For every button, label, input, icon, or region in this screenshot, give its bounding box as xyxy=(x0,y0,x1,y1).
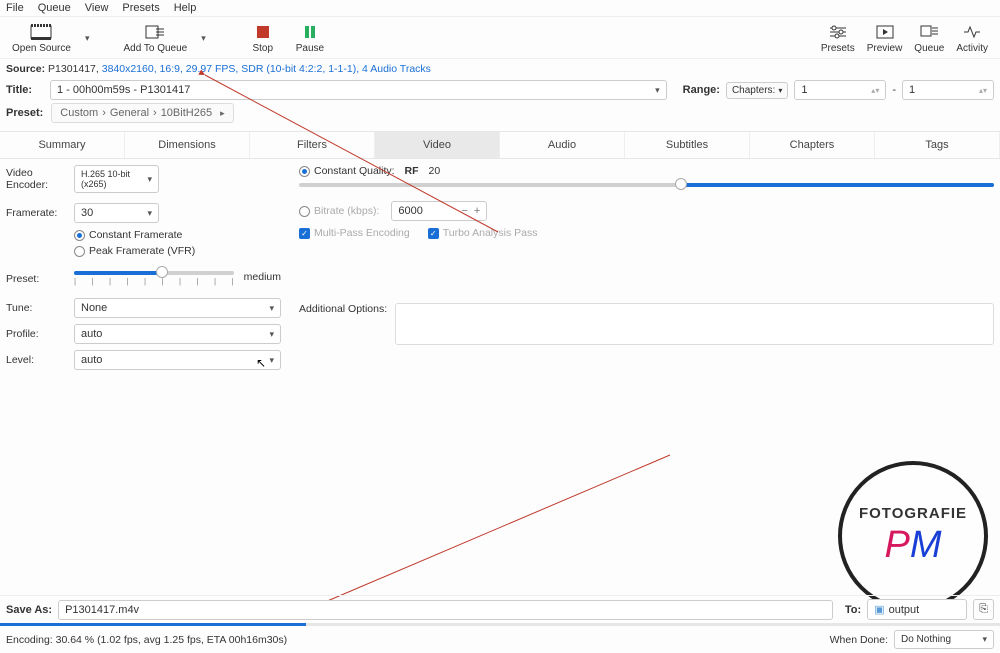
level-select[interactable]: auto▾ xyxy=(74,350,281,370)
open-source-button[interactable]: Open Source xyxy=(6,21,77,56)
peak-framerate-radio[interactable]: Peak Framerate (VFR) xyxy=(74,245,281,257)
menu-bar: File Queue View Presets Help xyxy=(0,0,1000,17)
save-as-label: Save As: xyxy=(6,604,52,616)
watermark-logo: FOTOGRAFIE PM xyxy=(838,461,988,611)
preset-slider[interactable] xyxy=(74,271,234,275)
sliders-icon xyxy=(827,23,849,41)
queue-icon xyxy=(918,23,940,41)
constant-quality-radio[interactable]: Constant Quality: xyxy=(299,165,395,177)
multipass-check[interactable]: ✓Multi-Pass Encoding xyxy=(299,227,410,239)
range-dash: - xyxy=(892,84,896,96)
rf-value: 20 xyxy=(429,165,441,177)
profile-label: Profile: xyxy=(6,328,68,340)
stop-icon xyxy=(252,23,274,41)
title-select[interactable]: 1 - 00h00m59s - P1301417▾ xyxy=(50,80,667,100)
add-to-queue-button[interactable]: Add To Queue xyxy=(117,21,193,56)
tab-chapters[interactable]: Chapters xyxy=(750,132,875,158)
tune-label: Tune: xyxy=(6,302,68,314)
when-done-select[interactable]: Do Nothing▾ xyxy=(894,630,994,649)
save-as-input[interactable]: P1301417.m4v xyxy=(58,600,833,620)
tabs: Summary Dimensions Filters Video Audio S… xyxy=(0,131,1000,159)
activity-icon xyxy=(961,23,983,41)
folder-icon: ▣ xyxy=(874,603,884,616)
menu-presets[interactable]: Presets xyxy=(122,2,159,14)
stop-button[interactable]: Stop xyxy=(246,21,280,56)
tab-subtitles[interactable]: Subtitles xyxy=(625,132,750,158)
preview-icon xyxy=(874,23,896,41)
tab-summary[interactable]: Summary xyxy=(0,132,125,158)
preset-value: medium xyxy=(244,271,281,283)
level-label: Level: xyxy=(6,354,68,366)
tab-video[interactable]: Video xyxy=(375,132,500,158)
tune-select[interactable]: None▾ xyxy=(74,298,281,318)
range-to[interactable]: 1▴▾ xyxy=(902,80,994,100)
range-label: Range: xyxy=(683,84,720,96)
menu-queue[interactable]: Queue xyxy=(38,2,71,14)
menu-file[interactable]: File xyxy=(6,2,24,14)
status-text: Encoding: 30.64 % (1.02 fps, avg 1.25 fp… xyxy=(6,634,287,646)
encoder-label: Video Encoder: xyxy=(6,167,68,191)
add-to-queue-dropdown[interactable]: ▾ xyxy=(197,33,210,44)
tab-tags[interactable]: Tags xyxy=(875,132,1000,158)
quality-slider[interactable] xyxy=(299,183,994,187)
pause-icon xyxy=(299,23,321,41)
browse-button[interactable]: ⎘ xyxy=(973,599,994,620)
constant-framerate-radio[interactable]: Constant Framerate xyxy=(74,229,281,241)
film-icon xyxy=(30,23,52,41)
open-folder-icon: ⎘ xyxy=(979,603,988,615)
cursor-icon: ↖ xyxy=(256,356,266,370)
queue-button[interactable]: Queue xyxy=(908,21,950,56)
tab-audio[interactable]: Audio xyxy=(500,132,625,158)
title-label: Title: xyxy=(6,84,32,96)
preset-slider-label: Preset: xyxy=(6,271,68,285)
when-done-label: When Done: xyxy=(830,634,888,646)
tab-dimensions[interactable]: Dimensions xyxy=(125,132,250,158)
source-info: Source: P1301417, 3840x2160, 16:9, 29.97… xyxy=(0,59,1000,77)
menu-view[interactable]: View xyxy=(85,2,109,14)
framerate-label: Framerate: xyxy=(6,207,68,219)
turbo-check[interactable]: ✓Turbo Analysis Pass xyxy=(428,227,538,239)
preset-path[interactable]: Custom› General› 10BitH265 ▸ xyxy=(51,103,233,123)
add-queue-icon xyxy=(144,23,166,41)
preset-label: Preset: xyxy=(6,107,43,119)
toolbar: Open Source ▾ Add To Queue ▾ Stop Pause xyxy=(0,17,1000,59)
progress-bar xyxy=(0,623,1000,626)
profile-select[interactable]: auto▾ xyxy=(74,324,281,344)
open-source-dropdown[interactable]: ▾ xyxy=(81,33,94,44)
additional-options-input[interactable] xyxy=(395,303,994,345)
pause-button[interactable]: Pause xyxy=(290,21,330,56)
menu-help[interactable]: Help xyxy=(174,2,197,14)
range-from[interactable]: 1▴▾ xyxy=(794,80,886,100)
additional-options-label: Additional Options: xyxy=(299,303,387,315)
presets-button[interactable]: Presets xyxy=(815,21,861,56)
bitrate-radio[interactable]: Bitrate (kbps): xyxy=(299,205,379,217)
activity-button[interactable]: Activity xyxy=(950,21,994,56)
bitrate-input[interactable]: 6000 −+ xyxy=(391,201,487,221)
preview-button[interactable]: Preview xyxy=(861,21,909,56)
range-type-select[interactable]: Chapters:▾ xyxy=(726,82,788,99)
to-label: To: xyxy=(845,604,861,616)
destination-select[interactable]: ▣output xyxy=(867,599,967,620)
framerate-select[interactable]: 30▾ xyxy=(74,203,159,223)
rf-label: RF xyxy=(405,165,419,177)
encoder-select[interactable]: H.265 10-bit (x265)▾ xyxy=(74,165,159,193)
tab-filters[interactable]: Filters xyxy=(250,132,375,158)
